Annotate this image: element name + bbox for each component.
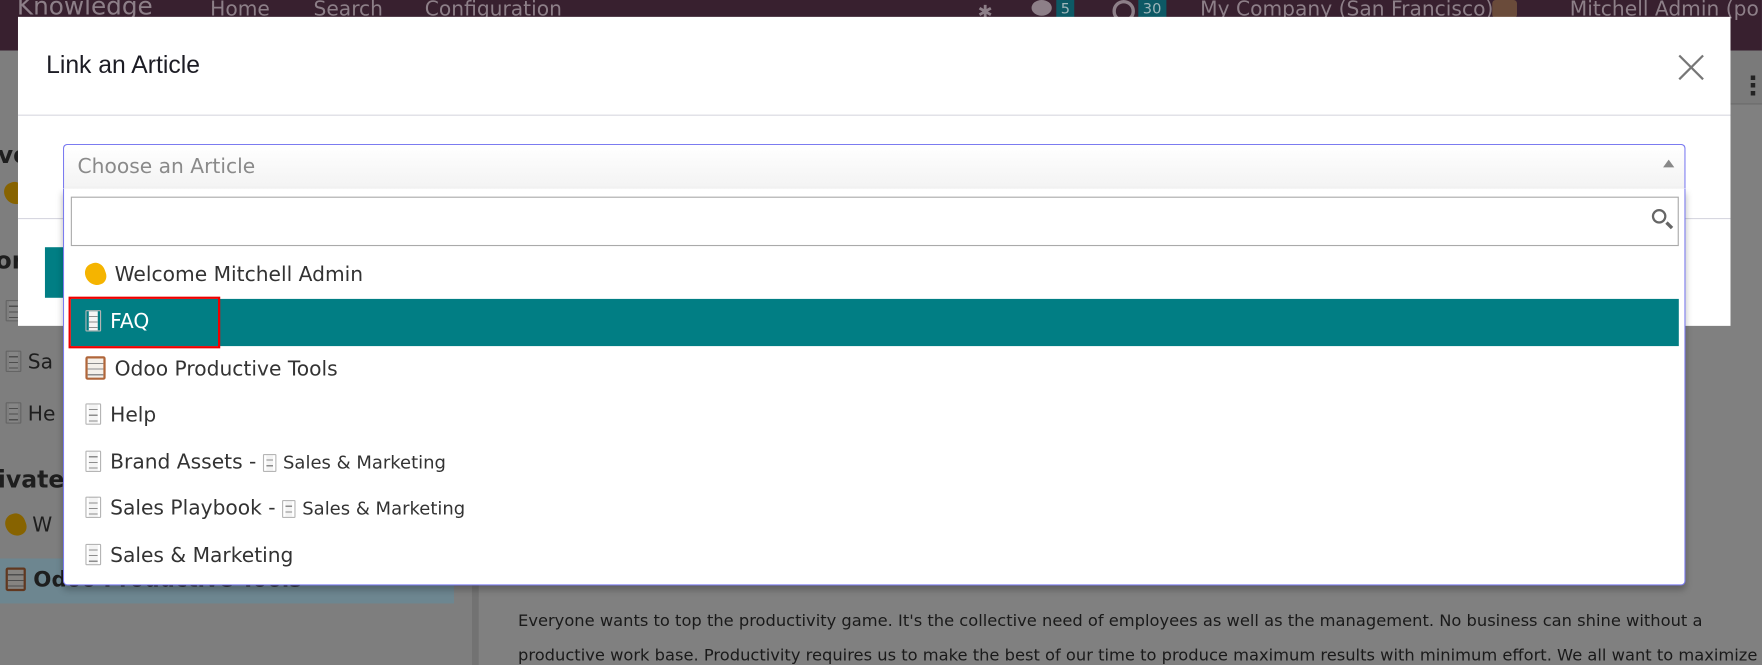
caret-up-icon[interactable]	[1663, 159, 1675, 168]
document-icon	[85, 403, 102, 425]
article-paragraph-line: productive work base. Productivity requi…	[518, 647, 1758, 665]
article-select[interactable]: Choose an Article	[62, 143, 1686, 189]
sidebar-item[interactable]: He	[5, 402, 56, 426]
annotation-highlight-box	[68, 296, 221, 349]
document-icon	[262, 453, 277, 472]
search-icon	[1651, 209, 1667, 224]
option-sales-playbook[interactable]: Sales Playbook - Sales & Marketing	[71, 485, 1679, 532]
more-options-icon[interactable]	[1750, 75, 1756, 96]
document-icon	[85, 450, 102, 472]
document-icon	[85, 496, 102, 519]
option-help[interactable]: Help	[71, 392, 1679, 439]
search-input[interactable]	[70, 196, 1679, 247]
divider	[17, 114, 1731, 116]
option-odoo-productive-tools[interactable]: Odoo Productive Tools	[71, 346, 1679, 393]
document-icon	[85, 543, 102, 565]
close-icon[interactable]	[1677, 53, 1706, 82]
chat-icon[interactable]	[1031, 0, 1052, 16]
option-welcome-mitchell-admin[interactable]: Welcome Mitchell Admin	[71, 252, 1679, 299]
sidebar-item[interactable]: Sa	[5, 350, 53, 374]
article-paragraph-line: Everyone wants to top the productivity g…	[518, 612, 1703, 631]
document-icon	[282, 500, 296, 519]
wave-icon	[82, 260, 109, 289]
option-sales-marketing[interactable]: Sales & Marketing	[71, 532, 1679, 579]
option-brand-assets[interactable]: Brand Assets - Sales & Marketing	[71, 439, 1679, 486]
article-dropdown: Welcome Mitchell Admin FAQ Odoo Producti…	[62, 188, 1686, 586]
sidebar-section-private: ivate	[0, 466, 65, 494]
sidebar-item[interactable]: W	[2, 510, 53, 539]
dialog-title: Link an Article	[46, 50, 200, 79]
avatar[interactable]	[1492, 0, 1517, 18]
option-faq[interactable]: FAQ	[70, 298, 1679, 346]
clipboard-icon	[85, 355, 106, 380]
select-placeholder: Choose an Article	[77, 155, 256, 179]
